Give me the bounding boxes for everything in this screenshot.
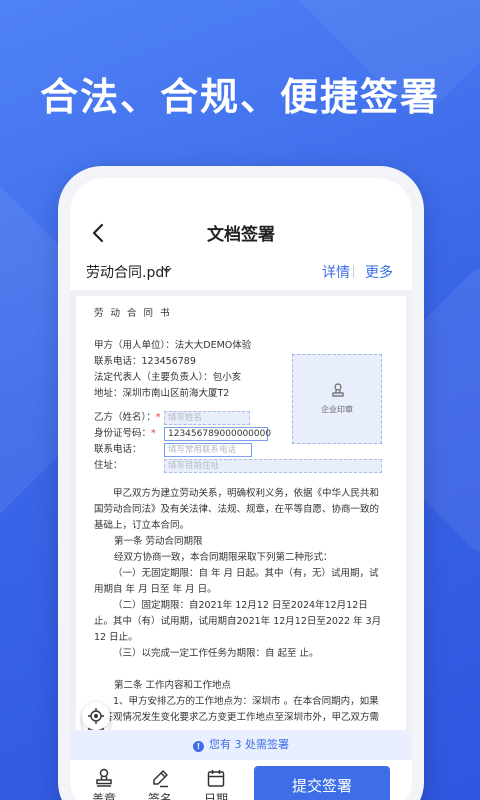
party-a-address: 地址：深圳市南山区前海大厦T2	[94, 388, 230, 399]
party-a-representative: 法定代表人（主要负责人）：包小亥	[94, 372, 242, 383]
pending-sign-notice[interactable]: ! 您有 3 处需签署	[70, 730, 412, 760]
contract-intro: 甲乙双方为建立劳动关系，明确权利义务，依据《中华人民共和国劳动合同法》及有关法律…	[94, 488, 380, 531]
document-viewer[interactable]: 劳 动 合 同 书 甲方（用人单位）：法大大DEMO体验 联系电话：123456…	[70, 290, 412, 736]
phone-frame: 文档签署 劳动合同.pdf 详情 更多 劳 动 合 同 书 甲方（用人单位）：法…	[58, 166, 424, 800]
party-b-id-input[interactable]: 123456789000000000	[164, 427, 271, 441]
party-b-address-input[interactable]: 填写目前住址	[164, 459, 382, 473]
detail-link[interactable]: 详情	[322, 262, 350, 282]
company-seal-field[interactable]: 企业印章	[292, 354, 382, 444]
seal-label: 企业印章	[321, 405, 353, 414]
date-tool-button[interactable]: 日期	[196, 768, 236, 800]
submit-sign-button[interactable]: 提交签署	[254, 766, 390, 800]
section-2-text: 1、甲方安排乙方的工作地点为：深圳市 。在本合同期内，如果甲答观情况发生变化要求…	[94, 696, 380, 723]
pen-icon	[153, 770, 168, 788]
bottom-toolbar: 盖章 签名 日期 提交签署	[70, 760, 412, 800]
party-b-name-label: 乙方（姓名）：*	[94, 412, 161, 423]
section-2-title: 第二条 工作内容和工作地点	[114, 680, 232, 691]
app-screen: 文档签署 劳动合同.pdf 详情 更多 劳 动 合 同 书 甲方（用人单位）：法…	[70, 178, 412, 800]
section-1-lead: 经双方协商一致，本合同期限采取下列第二种形式：	[114, 552, 333, 563]
nav-bar: 文档签署	[70, 218, 412, 248]
party-b-address-label: 住址：*	[94, 460, 173, 471]
party-a-name: 甲方（用人单位）：法大大DEMO体验	[94, 340, 252, 351]
locate-icon	[88, 708, 104, 724]
seal-tool-label: 盖章	[91, 792, 116, 800]
file-bar: 劳动合同.pdf 详情 更多	[70, 260, 412, 284]
stamp-icon	[96, 768, 112, 787]
sign-tool-button[interactable]: 签名	[140, 768, 180, 800]
page-title: 文档签署	[207, 225, 275, 245]
clause-3: （三）以完成一定工作任务为期限：自 起至 止。	[113, 648, 319, 659]
party-b-id-label: 身份证号码：*	[94, 428, 156, 439]
document-title: 劳 动 合 同 书	[94, 308, 172, 319]
chevron-down-icon[interactable]	[162, 266, 172, 274]
clause-2: （二）固定期限：自2021年 12月12 日至2024年12月12日止。其中（有…	[94, 600, 382, 643]
clause-1: （一）无固定期限：自 年 月 日起。其中（有，无）试用期，试用期自 年 月 日至…	[94, 568, 379, 595]
sign-tool-label: 签名	[147, 792, 172, 800]
promo-headline: 合法、合规、便捷签署	[39, 75, 440, 119]
pending-sign-text: 您有 3 处需签署	[209, 738, 289, 751]
more-link[interactable]: 更多	[365, 262, 393, 282]
party-a-phone: 联系电话：123456789	[94, 356, 196, 367]
locate-button[interactable]	[82, 702, 110, 730]
link-divider	[353, 265, 354, 278]
info-icon: !	[193, 741, 204, 752]
seal-tool-button[interactable]: 盖章	[84, 768, 124, 800]
party-b-name-input[interactable]: 填写姓名	[164, 411, 250, 425]
section-1-title: 第一条 劳动合同期限	[114, 536, 203, 547]
calendar-icon	[207, 770, 225, 787]
party-b-phone-input[interactable]: 填写常用联系电话	[164, 443, 252, 457]
stamp-icon	[332, 383, 344, 397]
date-tool-label: 日期	[203, 792, 228, 800]
document-page: 劳 动 合 同 书 甲方（用人单位）：法大大DEMO体验 联系电话：123456…	[76, 296, 406, 736]
file-name-dropdown[interactable]: 劳动合同.pdf	[86, 262, 169, 282]
